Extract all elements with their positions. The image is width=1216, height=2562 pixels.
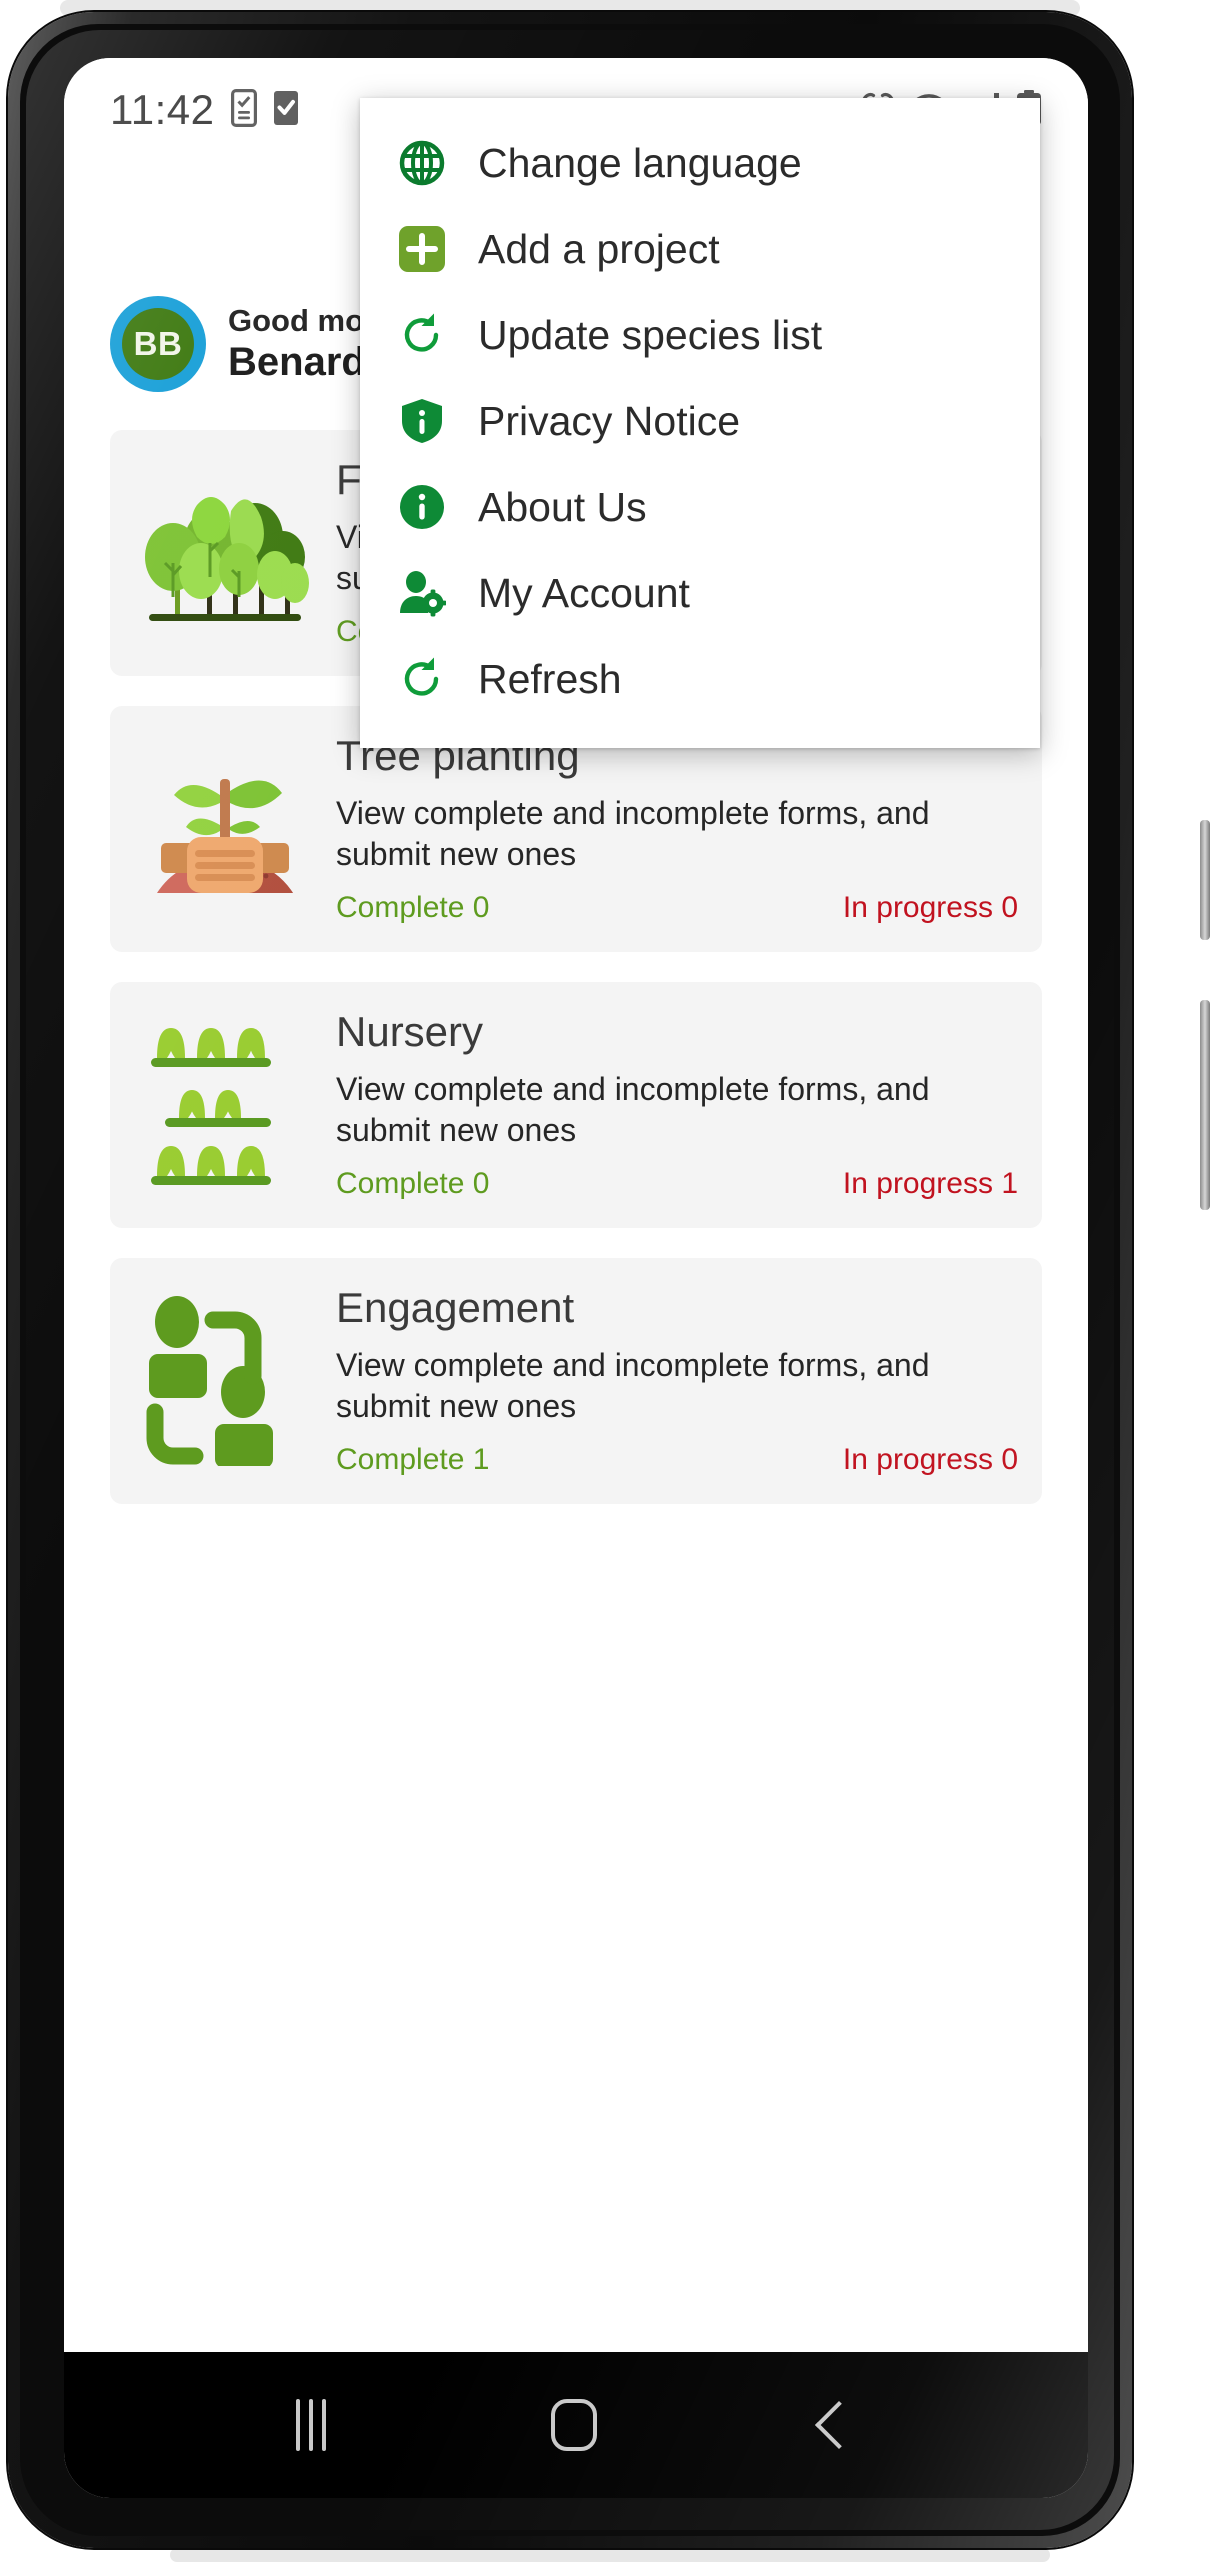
menu-item-privacy-notice[interactable]: Privacy Notice [360,378,1040,464]
status-bar-left: 11:42 [110,86,299,134]
module-inprogress-count: In progress 1 [842,1167,1018,1201]
module-card-nursery[interactable]: Nursery View complete and incomplete for… [110,982,1042,1228]
module-complete-count: Complete 0 [336,891,490,925]
menu-item-my-account[interactable]: My Account [360,550,1040,636]
module-stats: Complete 1 In progress 0 [336,1443,1018,1477]
info-circle-icon [394,483,450,531]
phone-side-button-power [1200,1000,1210,1210]
menu-item-update-species-list[interactable]: Update species list [360,292,1040,378]
plus-square-icon [394,225,450,273]
module-card-body: Nursery View complete and incomplete for… [330,1007,1018,1201]
module-card-body: Tree planting View complete and incomple… [330,732,1018,925]
module-description: View complete and incomplete forms, and … [336,795,930,873]
module-stats: Complete 0 In progress 1 [336,1167,1018,1201]
menu-item-add-a-project[interactable]: Add a project [360,206,1040,292]
android-nav-bar [64,2352,1088,2498]
back-icon[interactable] [814,2400,863,2450]
menu-item-about-us[interactable]: About Us [360,464,1040,550]
module-description: View complete and incomplete forms, and … [336,1347,930,1425]
status-clock: 11:42 [110,86,215,133]
phone-screen: 11:42 BB Good morning! Benard Tree plant… [64,58,1088,2498]
menu-item-label: Change language [478,139,802,186]
menu-item-change-language[interactable]: Change language [360,120,1040,206]
menu-item-refresh[interactable]: Refresh [360,636,1040,722]
forest-trees-icon [130,471,320,636]
avatar[interactable]: BB [110,296,206,392]
menu-item-label: Add a project [478,225,720,272]
module-title: Nursery [336,1007,484,1055]
recents-icon[interactable] [296,2399,327,2451]
phone-check-icon [230,88,257,132]
checkbox-checked-icon [273,90,299,131]
shield-info-icon [394,397,450,445]
avatar-initials: BB [122,308,194,380]
seedling-rows-icon [130,1018,320,1193]
hand-planting-seedling-icon [130,747,320,912]
menu-item-label: My Account [478,569,690,616]
user-settings-icon [394,569,450,617]
module-title: Engagement [336,1283,575,1331]
refresh-icon [394,311,450,359]
overflow-menu[interactable]: Change language Add a project Update spe… [360,98,1040,748]
phone-side-button-volume [1200,820,1210,940]
refresh-icon [394,655,450,703]
home-icon[interactable] [550,2399,597,2451]
menu-item-label: About Us [478,483,647,530]
module-complete-count: Complete 0 [336,1167,490,1201]
phone-screenshot: 11:42 BB Good morning! Benard Tree plant… [0,0,1216,2562]
module-card-engagement[interactable]: Engagement View complete and incomplete … [110,1258,1042,1504]
menu-item-label: Update species list [478,311,823,358]
module-inprogress-count: In progress 0 [842,891,1018,925]
module-inprogress-count: In progress 0 [842,1443,1018,1477]
menu-item-label: Privacy Notice [478,397,741,444]
module-stats: Complete 0 In progress 0 [336,891,1018,925]
module-description: View complete and incomplete forms, and … [336,1071,930,1149]
frame-halo-bottom [170,2548,1050,2562]
module-complete-count: Complete 1 [336,1443,490,1477]
people-network-icon [130,1296,320,1466]
module-card-body: Engagement View complete and incomplete … [330,1283,1018,1477]
menu-item-label: Refresh [478,655,622,702]
globe-icon [394,139,450,187]
